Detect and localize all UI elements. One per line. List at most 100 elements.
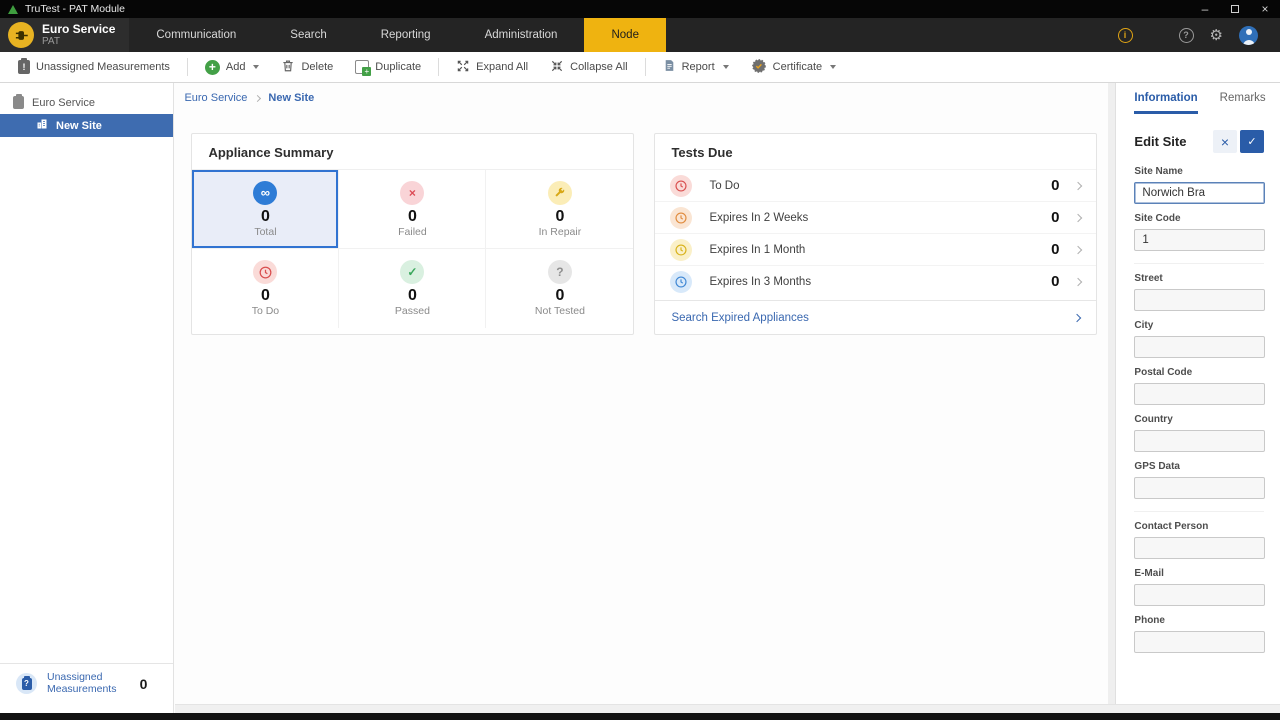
user-avatar[interactable] [1239,26,1258,45]
tests-due-row-3-months[interactable]: Expires In 3 Months 0 [655,265,1096,297]
search-expired-appliances-link[interactable]: Search Expired Appliances [671,312,1074,324]
row-count: 0 [1051,241,1059,258]
certificate-button[interactable]: Certificate [741,55,847,79]
tile-label: To Do [252,305,279,317]
info-icon[interactable]: i [1118,28,1133,43]
gps-data-label: GPS Data [1134,461,1264,472]
nav-item-reporting[interactable]: Reporting [354,18,458,52]
phone-label: Phone [1134,615,1264,626]
cross-icon: × [400,181,424,205]
tree-item-new-site[interactable]: New Site [0,114,173,137]
nav-item-search[interactable]: Search [263,18,353,52]
tile-in-repair[interactable]: 0 In Repair [486,170,633,249]
country-label: Country [1134,414,1264,425]
tests-due-row-to-do[interactable]: To Do 0 [655,169,1096,201]
nav-item-administration[interactable]: Administration [458,18,585,52]
titlebar: TruTest - PAT Module – × [0,0,1280,18]
report-document-icon [663,58,676,76]
chevron-right-icon [1074,181,1082,189]
confirm-button[interactable]: ✓ [1240,130,1264,153]
window-controls: – × [1190,0,1280,18]
tab-information[interactable]: Information [1134,92,1197,114]
help-icon[interactable]: ? [1179,28,1194,43]
collapse-icon [550,59,564,76]
minimize-button[interactable]: – [1190,0,1220,18]
gps-data-input[interactable] [1134,477,1265,499]
nav-bar: Euro Service PAT Communication Search Re… [0,18,1280,52]
row-count: 0 [1051,273,1059,290]
delete-button[interactable]: Delete [271,55,343,79]
report-button[interactable]: Report [653,55,739,79]
tests-due-row-1-month[interactable]: Expires In 1 Month 0 [655,233,1096,265]
tile-value: 0 [261,287,270,304]
question-icon: ? [548,260,572,284]
nav-item-communication[interactable]: Communication [129,18,263,52]
close-button[interactable]: × [1250,0,1280,18]
street-input[interactable] [1134,289,1265,311]
site-code-input[interactable] [1134,229,1265,251]
brand: Euro Service PAT [0,18,129,52]
clipboard-exclamation-icon: ! [18,60,30,74]
tile-not-tested[interactable]: ? 0 Not Tested [486,249,633,328]
clock-icon [670,271,692,293]
collapse-all-label: Collapse All [570,61,627,73]
breadcrumb-parent[interactable]: Euro Service [184,92,247,104]
tree-item-euro-service[interactable]: Euro Service [0,91,173,114]
certificate-label: Certificate [773,61,823,73]
unassigned-measurements-status[interactable]: ? Unassigned Measurements 0 [0,663,173,703]
nav-tab-node[interactable]: Node [584,18,666,52]
cancel-button[interactable]: × [1213,130,1237,153]
row-count: 0 [1051,209,1059,226]
nav-right-icons: i ? ⚙ [1118,18,1280,52]
trash-icon [281,58,295,76]
search-expired-appliances-row[interactable]: Search Expired Appliances [655,300,1096,334]
tests-due-row-2-weeks[interactable]: Expires In 2 Weeks 0 [655,201,1096,233]
chevron-right-icon [1073,313,1081,321]
wrench-icon [548,181,572,205]
contact-person-label: Contact Person [1134,521,1264,532]
tile-passed[interactable]: ✓ 0 Passed [339,249,486,328]
email-input[interactable] [1134,584,1265,606]
tile-total[interactable]: ∞ 0 Total [192,170,339,249]
add-button[interactable]: + Add [195,55,270,79]
tests-due-card: Tests Due To Do 0 Expires In 2 Weeks 0 [654,133,1097,335]
toolbar-separator [187,58,188,76]
gear-icon[interactable]: ⚙ [1210,26,1223,44]
collapse-all-button[interactable]: Collapse All [540,55,637,79]
horizontal-scrollbar[interactable] [175,704,1280,713]
tab-remarks[interactable]: Remarks [1220,92,1266,114]
tile-label: Failed [398,226,427,238]
tile-value: 0 [555,208,564,225]
maximize-button[interactable] [1220,0,1250,18]
tile-failed[interactable]: × 0 Failed [339,170,486,249]
window-bottom-edge [0,713,1280,720]
tile-to-do[interactable]: 0 To Do [192,249,339,328]
duplicate-button[interactable]: Duplicate [345,55,431,79]
phone-input[interactable] [1134,631,1265,653]
city-input[interactable] [1134,336,1265,358]
unassigned-measurements-link[interactable]: Unassigned Measurements [47,672,130,695]
unassigned-measurements-button[interactable]: ! Unassigned Measurements [8,55,180,79]
plug-logo-icon [8,22,34,48]
brand-name: Euro Service [42,23,115,36]
postal-code-input[interactable] [1134,383,1265,405]
country-input[interactable] [1134,430,1265,452]
breadcrumb-current: New Site [268,92,314,104]
tile-label: In Repair [539,226,582,238]
clock-icon [670,239,692,261]
infinity-icon: ∞ [253,181,277,205]
check-icon: ✓ [400,260,424,284]
clock-icon [670,207,692,229]
chevron-down-icon [723,65,729,69]
tile-value: 0 [555,287,564,304]
chevron-down-icon [253,65,259,69]
expand-all-button[interactable]: Expand All [446,55,538,79]
tree-item-label: Euro Service [32,97,95,109]
chevron-right-icon [1074,277,1082,285]
building-icon [36,118,48,133]
clock-icon [670,175,692,197]
row-label: Expires In 1 Month [709,244,1051,256]
certificate-seal-icon [751,58,767,77]
contact-person-input[interactable] [1134,537,1265,559]
site-name-input[interactable] [1134,182,1265,204]
